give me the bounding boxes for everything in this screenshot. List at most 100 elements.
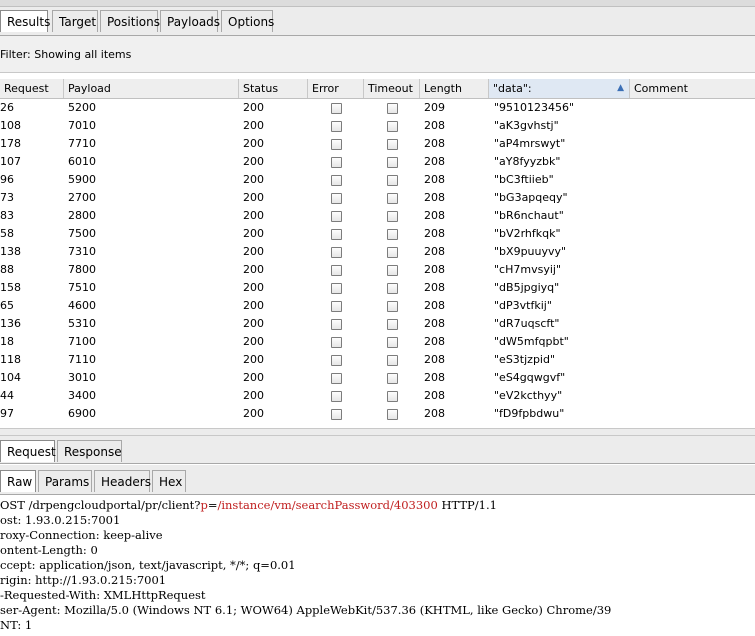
timeout-checkbox[interactable] [387,121,398,132]
error-checkbox[interactable] [331,373,342,384]
col-status[interactable]: Status [239,79,308,98]
table-row[interactable]: 178 7710 200 208 "aP4mrswyt" [0,135,755,153]
request-header-line: roxy-Connection: keep-alive [0,528,163,542]
table-row[interactable]: 18 7100 200 208 "dW5mfqpbt" [0,333,755,351]
request-param-name: p [200,498,208,512]
table-row[interactable]: 97 6900 200 208 "fD9fpbdwu" [0,405,755,423]
timeout-checkbox[interactable] [387,229,398,240]
cell-request: 158 [0,281,21,294]
timeout-checkbox[interactable] [387,103,398,114]
table-row[interactable]: 58 7500 200 208 "bV2rhfkqk" [0,225,755,243]
cell-status: 200 [243,407,264,420]
cell-status: 200 [243,263,264,276]
cell-request: 178 [0,137,21,150]
cell-request: 107 [0,155,21,168]
request-header-line: ontent-Length: 0 [0,543,98,557]
error-checkbox[interactable] [331,139,342,150]
error-checkbox[interactable] [331,121,342,132]
col-timeout[interactable]: Timeout [364,79,420,98]
timeout-checkbox[interactable] [387,193,398,204]
error-checkbox[interactable] [331,283,342,294]
cell-status: 200 [243,173,264,186]
tab-request[interactable]: Request [0,440,56,462]
raw-request-editor[interactable]: OST /drpengcloudportal/pr/client?p=/inst… [0,497,755,636]
col-comment[interactable]: Comment [630,79,755,98]
tab-hex[interactable]: Hex [152,470,186,492]
timeout-checkbox[interactable] [387,355,398,366]
table-row[interactable]: 26 5200 200 209 "9510123456" [0,99,755,117]
error-checkbox[interactable] [331,229,342,240]
timeout-checkbox[interactable] [387,319,398,330]
cell-length: 208 [424,263,445,276]
cell-data: "bV2rhfkqk" [494,227,561,240]
timeout-checkbox[interactable] [387,175,398,186]
timeout-checkbox[interactable] [387,373,398,384]
tab-results[interactable]: Results [0,10,50,32]
table-row[interactable]: 96 5900 200 208 "bC3ftiieb" [0,171,755,189]
error-checkbox[interactable] [331,319,342,330]
timeout-checkbox[interactable] [387,301,398,312]
error-checkbox[interactable] [331,247,342,258]
tab-headers[interactable]: Headers [94,470,151,492]
table-row[interactable]: 44 3400 200 208 "eV2kcthyy" [0,387,755,405]
table-row[interactable]: 104 3010 200 208 "eS4gqwgvf" [0,369,755,387]
error-checkbox[interactable] [331,301,342,312]
error-checkbox[interactable] [331,211,342,222]
table-row[interactable]: 83 2800 200 208 "bR6nchaut" [0,207,755,225]
cell-data: "aK3gvhstj" [494,119,559,132]
tab-target[interactable]: Target [52,10,98,32]
table-row[interactable]: 108 7010 200 208 "aK3gvhstj" [0,117,755,135]
tab-response[interactable]: Response [57,440,122,462]
table-row[interactable]: 138 7310 200 208 "bX9puuyvy" [0,243,755,261]
cell-status: 200 [243,155,264,168]
timeout-checkbox[interactable] [387,283,398,294]
table-row[interactable]: 158 7510 200 208 "dB5jpgiyq" [0,279,755,297]
tab-raw[interactable]: Raw [0,470,36,492]
table-row[interactable]: 88 7800 200 208 "cH7mvsyij" [0,261,755,279]
table-row[interactable]: 118 7110 200 208 "eS3tjzpid" [0,351,755,369]
cell-request: 138 [0,245,21,258]
error-checkbox[interactable] [331,265,342,276]
col-data[interactable]: "data": ▲ [489,79,630,98]
error-checkbox[interactable] [331,337,342,348]
table-row[interactable]: 73 2700 200 208 "bG3apqeqy" [0,189,755,207]
cell-length: 209 [424,101,445,114]
timeout-checkbox[interactable] [387,391,398,402]
col-error[interactable]: Error [308,79,364,98]
error-checkbox[interactable] [331,391,342,402]
cell-length: 208 [424,209,445,222]
timeout-checkbox[interactable] [387,265,398,276]
cell-payload: 7710 [68,137,96,150]
error-checkbox[interactable] [331,175,342,186]
table-row[interactable]: 107 6010 200 208 "aY8fyyzbk" [0,153,755,171]
cell-status: 200 [243,299,264,312]
timeout-checkbox[interactable] [387,247,398,258]
cell-data: "dW5mfqpbt" [494,335,569,348]
timeout-checkbox[interactable] [387,337,398,348]
cell-data: "bG3apqeqy" [494,191,568,204]
col-data-label: "data": [493,82,532,95]
tab-payloads[interactable]: Payloads [160,10,220,32]
error-checkbox[interactable] [331,409,342,420]
tab-positions[interactable]: Positions [100,10,160,32]
timeout-checkbox[interactable] [387,139,398,150]
col-length[interactable]: Length [420,79,489,98]
col-payload[interactable]: Payload [64,79,239,98]
cell-data: "dR7uqscft" [494,317,560,330]
timeout-checkbox[interactable] [387,409,398,420]
filter-bar[interactable]: Filter: Showing all items [0,36,755,73]
timeout-checkbox[interactable] [387,211,398,222]
cell-request: 97 [0,407,14,420]
error-checkbox[interactable] [331,193,342,204]
col-request[interactable]: Request [0,79,64,98]
error-checkbox[interactable] [331,355,342,366]
error-checkbox[interactable] [331,103,342,114]
tab-options[interactable]: Options [221,10,274,32]
timeout-checkbox[interactable] [387,157,398,168]
error-checkbox[interactable] [331,157,342,168]
split-pane-divider[interactable] [0,428,755,436]
table-row[interactable]: 65 4600 200 208 "dP3vtfkij" [0,297,755,315]
tab-params[interactable]: Params [38,470,92,492]
filter-text[interactable]: Filter: Showing all items [0,48,131,61]
table-row[interactable]: 136 5310 200 208 "dR7uqscft" [0,315,755,333]
